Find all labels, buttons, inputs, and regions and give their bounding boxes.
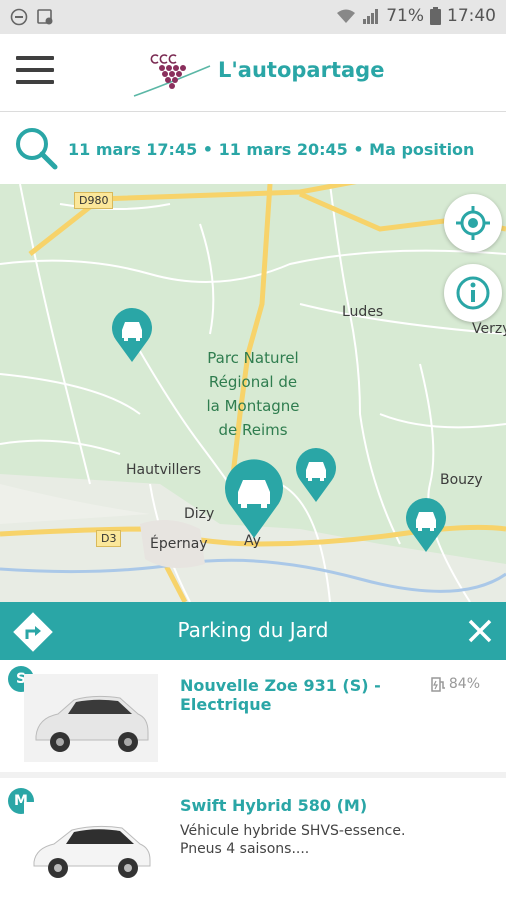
do-not-disturb-icon bbox=[10, 8, 28, 26]
app-logo bbox=[133, 54, 211, 97]
car-pin[interactable] bbox=[294, 446, 338, 504]
parking-header: Parking du Jard bbox=[0, 602, 506, 660]
charging-station-icon bbox=[431, 677, 445, 692]
car-pin[interactable] bbox=[110, 306, 154, 364]
gallery-notification-icon bbox=[37, 9, 53, 25]
app-title: L'autopartage bbox=[218, 58, 385, 82]
road-badge-d3: D3 bbox=[96, 530, 122, 547]
close-icon[interactable] bbox=[464, 615, 496, 647]
signal-icon bbox=[363, 9, 379, 24]
vehicle-card[interactable]: M Swift Hybrid 580 (M) Véhicule hybride … bbox=[0, 778, 506, 900]
status-left-icons bbox=[10, 8, 54, 26]
vehicle-card[interactable]: S Nouvelle Zoe 931 (S) - Electrique 84% bbox=[0, 660, 506, 772]
battery-icon bbox=[430, 7, 441, 25]
locate-me-button[interactable] bbox=[444, 194, 502, 252]
map-view[interactable]: D980 D3 Ludes Verzy Hautvillers Dizy Épe… bbox=[0, 184, 506, 602]
place-label-dizy: Dizy bbox=[184, 506, 215, 522]
place-label-verzy: Verzy bbox=[472, 321, 506, 337]
status-bar: 71% 17:40 bbox=[0, 0, 506, 34]
vehicle-list: S Nouvelle Zoe 931 (S) - Electrique 84% … bbox=[0, 660, 506, 900]
menu-button[interactable] bbox=[16, 56, 56, 90]
park-label: Parc Naturel Régional de la Montagne de … bbox=[206, 349, 300, 439]
search-bar[interactable]: 11 mars 17:45 • 11 mars 20:45 • Ma posit… bbox=[0, 112, 506, 184]
crosshair-icon bbox=[456, 206, 490, 240]
road-badge-d980: D980 bbox=[74, 192, 114, 209]
parking-name: Parking du Jard bbox=[177, 618, 329, 642]
place-label-bouzy: Bouzy bbox=[440, 472, 483, 488]
battery-level: 84% bbox=[431, 676, 480, 692]
info-icon bbox=[456, 276, 490, 310]
app-header: L'autopartage bbox=[0, 34, 506, 112]
wifi-icon bbox=[337, 9, 356, 23]
car-pin-selected[interactable] bbox=[222, 456, 286, 540]
place-label-hautvillers: Hautvillers bbox=[126, 462, 202, 478]
vehicle-name: Swift Hybrid 580 (M) bbox=[180, 796, 368, 815]
clock: 17:40 bbox=[447, 6, 496, 26]
place-label-epernay: Épernay bbox=[150, 536, 208, 552]
vehicle-image bbox=[24, 802, 158, 890]
vehicle-description: Véhicule hybride SHVS-essence. Pneus 4 s… bbox=[180, 823, 406, 857]
search-summary[interactable]: 11 mars 17:45 • 11 mars 20:45 • Ma posit… bbox=[68, 140, 474, 159]
vehicle-name: Nouvelle Zoe 931 (S) - Electrique bbox=[180, 676, 381, 714]
info-button[interactable] bbox=[444, 264, 502, 322]
battery-percent: 71% bbox=[386, 6, 424, 26]
vehicle-image bbox=[24, 674, 158, 762]
place-label-ludes: Ludes bbox=[342, 304, 384, 320]
car-pin[interactable] bbox=[404, 496, 448, 554]
status-right: 71% 17:40 bbox=[336, 6, 496, 26]
search-icon[interactable] bbox=[12, 124, 60, 172]
